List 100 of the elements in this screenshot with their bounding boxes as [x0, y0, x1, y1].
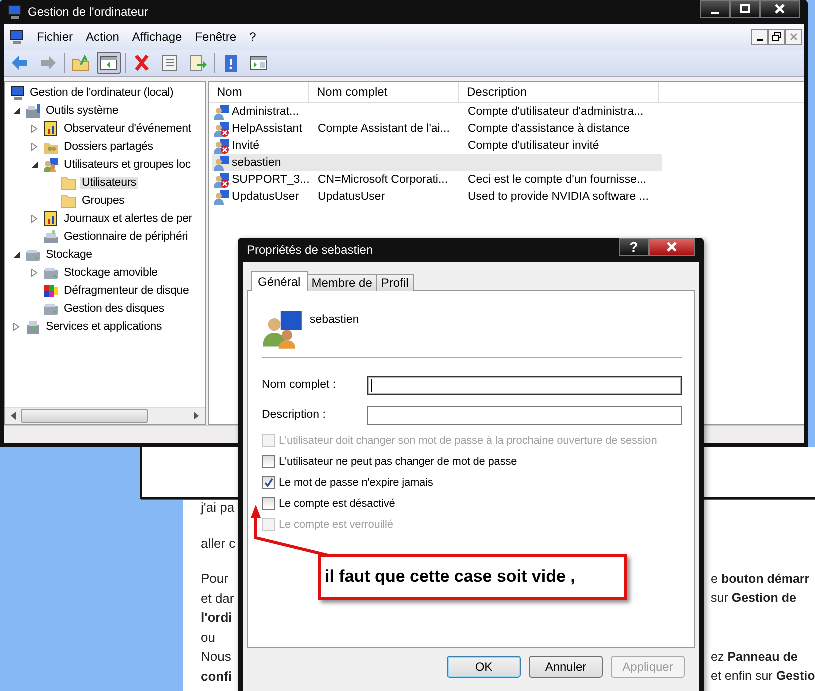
field-label: Description :: [262, 409, 327, 421]
description-text: Compte d'assistance à distance: [468, 122, 630, 134]
expanded-arrow-icon[interactable]: [13, 107, 21, 115]
delete-icon: [133, 54, 151, 72]
annotation-callout: il faut que cette case soit vide ,: [318, 554, 627, 600]
tree-item[interactable]: Groupes: [80, 195, 127, 207]
tree-item[interactable]: Stockage amovible: [62, 267, 160, 279]
full-name: CN=Microsoft Corporati...: [318, 174, 448, 186]
collapsed-arrow-icon[interactable]: [31, 143, 39, 151]
checkbox[interactable]: [262, 455, 275, 468]
page-text: Pour: [201, 571, 228, 586]
close-button[interactable]: [649, 238, 695, 256]
scroll-left-icon[interactable]: [11, 412, 17, 420]
page-text: e bouton démarr: [711, 572, 810, 586]
restore-icon: [772, 32, 782, 42]
tab[interactable]: Général: [251, 271, 308, 291]
back-icon: [11, 54, 29, 72]
tree-item[interactable]: Outils système: [44, 105, 121, 117]
input-field[interactable]: [367, 376, 682, 394]
input-field[interactable]: [367, 406, 682, 424]
collapsed-arrow-icon[interactable]: [31, 125, 39, 133]
collapsed-arrow-icon[interactable]: [31, 269, 39, 277]
panel-icon: [100, 54, 118, 72]
blocks-icon: [43, 283, 59, 299]
panel-button[interactable]: [97, 52, 121, 74]
column-header[interactable]: Description: [459, 82, 659, 102]
page-text: sur Gestion de: [711, 591, 796, 606]
users-icon: [43, 157, 59, 173]
minimize-icon: [711, 12, 719, 14]
dialog-button[interactable]: OK: [447, 656, 521, 678]
description-text: Used to provide NVIDIA software ...: [468, 190, 649, 202]
checkbox[interactable]: [262, 497, 275, 510]
tree-item[interactable]: Services et applications: [44, 321, 164, 333]
expanded-arrow-icon[interactable]: [13, 251, 21, 259]
tab[interactable]: Membre de: [306, 274, 378, 291]
maximize-button[interactable]: [730, 0, 760, 18]
menu-item[interactable]: Action: [86, 30, 120, 44]
expanded-arrow-icon[interactable]: [31, 161, 39, 169]
minimize-button[interactable]: [751, 29, 768, 45]
tab[interactable]: Profil: [376, 274, 414, 291]
page-text: ou: [201, 630, 216, 645]
collapsed-arrow-icon[interactable]: [31, 215, 39, 223]
collapsed-arrow-icon[interactable]: [13, 323, 21, 331]
field-label: Nom complet :: [262, 379, 338, 391]
panel-icon: [250, 54, 268, 72]
restore-button[interactable]: [768, 29, 785, 45]
tree-item[interactable]: Gestionnaire de périphéri: [62, 231, 190, 243]
close-icon: [774, 3, 786, 15]
page-text: confi: [201, 668, 232, 684]
checkbox[interactable]: [262, 476, 275, 489]
dialog-button[interactable]: Annuler: [529, 656, 603, 678]
minimize-button[interactable]: [700, 0, 730, 18]
user-name: Invité: [232, 140, 260, 152]
menu-item[interactable]: Fichier: [37, 30, 74, 44]
tree-item[interactable]: Journaux et alertes de per: [62, 213, 194, 225]
menu-item[interactable]: ?: [250, 30, 256, 44]
maximize-icon: [739, 3, 751, 15]
tree-item[interactable]: Gestion de l'ordinateur (local): [28, 87, 176, 99]
horizontal-scrollbar[interactable]: [5, 407, 205, 424]
tree-item[interactable]: Utilisateurs et groupes loc: [62, 159, 193, 171]
page-text: l'ordi: [201, 610, 232, 626]
user-name: HelpAssistant: [232, 122, 302, 134]
folder-icon: [61, 193, 77, 209]
checkbox-label: Le compte est verrouillé: [279, 518, 394, 530]
dialog-title: Propriétés de sebastien: [247, 243, 374, 257]
page-text: Nous: [201, 649, 232, 664]
drive-icon: [43, 301, 59, 317]
server-icon: [25, 319, 41, 335]
computer-icon: [9, 85, 25, 101]
column-header[interactable]: Nom: [209, 82, 309, 102]
scrollbar-thumb[interactable]: [21, 409, 148, 423]
page-text: et enfin sur Gestio: [711, 669, 815, 684]
list-row[interactable]: Administrat... Compte d'utilisateur d'administra...: [212, 103, 662, 120]
list-row[interactable]: sebastien: [212, 154, 662, 171]
menu-item[interactable]: Affichage: [132, 30, 182, 44]
tree-item[interactable]: Dossiers partagés: [62, 141, 156, 153]
tree-item[interactable]: Défragmenteur de disque: [62, 285, 192, 297]
menu-item[interactable]: Fenêtre: [195, 30, 237, 44]
list-row[interactable]: UpdatusUser UpdatusUser Used to provide NVIDIA software ...: [212, 188, 662, 205]
computer-icon: [6, 4, 22, 20]
close-button[interactable]: [760, 0, 800, 18]
column-header[interactable]: Nom complet: [309, 82, 459, 102]
checkbox-label: Le compte est désactivé: [279, 498, 396, 510]
tree-item[interactable]: Utilisateurs: [80, 177, 138, 189]
user-name: UpdatusUser: [232, 190, 300, 202]
scroll-right-icon[interactable]: [193, 412, 199, 420]
checkbox-label: L'utilisateur doit changer son mot de passe à la prochaine ouverture de session: [279, 434, 658, 446]
tree-item[interactable]: Observateur d'événement: [62, 123, 194, 135]
help-button[interactable]: ?: [619, 238, 649, 256]
page-text: et dar: [201, 590, 234, 606]
checkbox-label: L'utilisateur ne peut pas changer de mot de passe: [279, 456, 518, 468]
close-icon: [788, 32, 798, 42]
export-icon: [189, 54, 207, 72]
description-text: Compte d'utilisateur invité: [468, 140, 600, 152]
drive-icon: [43, 265, 59, 281]
folder-icon: [61, 175, 77, 191]
tree-item[interactable]: Stockage: [44, 249, 94, 261]
folder-up-icon: [72, 54, 90, 72]
tree-item[interactable]: Gestion des disques: [62, 303, 166, 315]
help-icon: [222, 54, 240, 72]
